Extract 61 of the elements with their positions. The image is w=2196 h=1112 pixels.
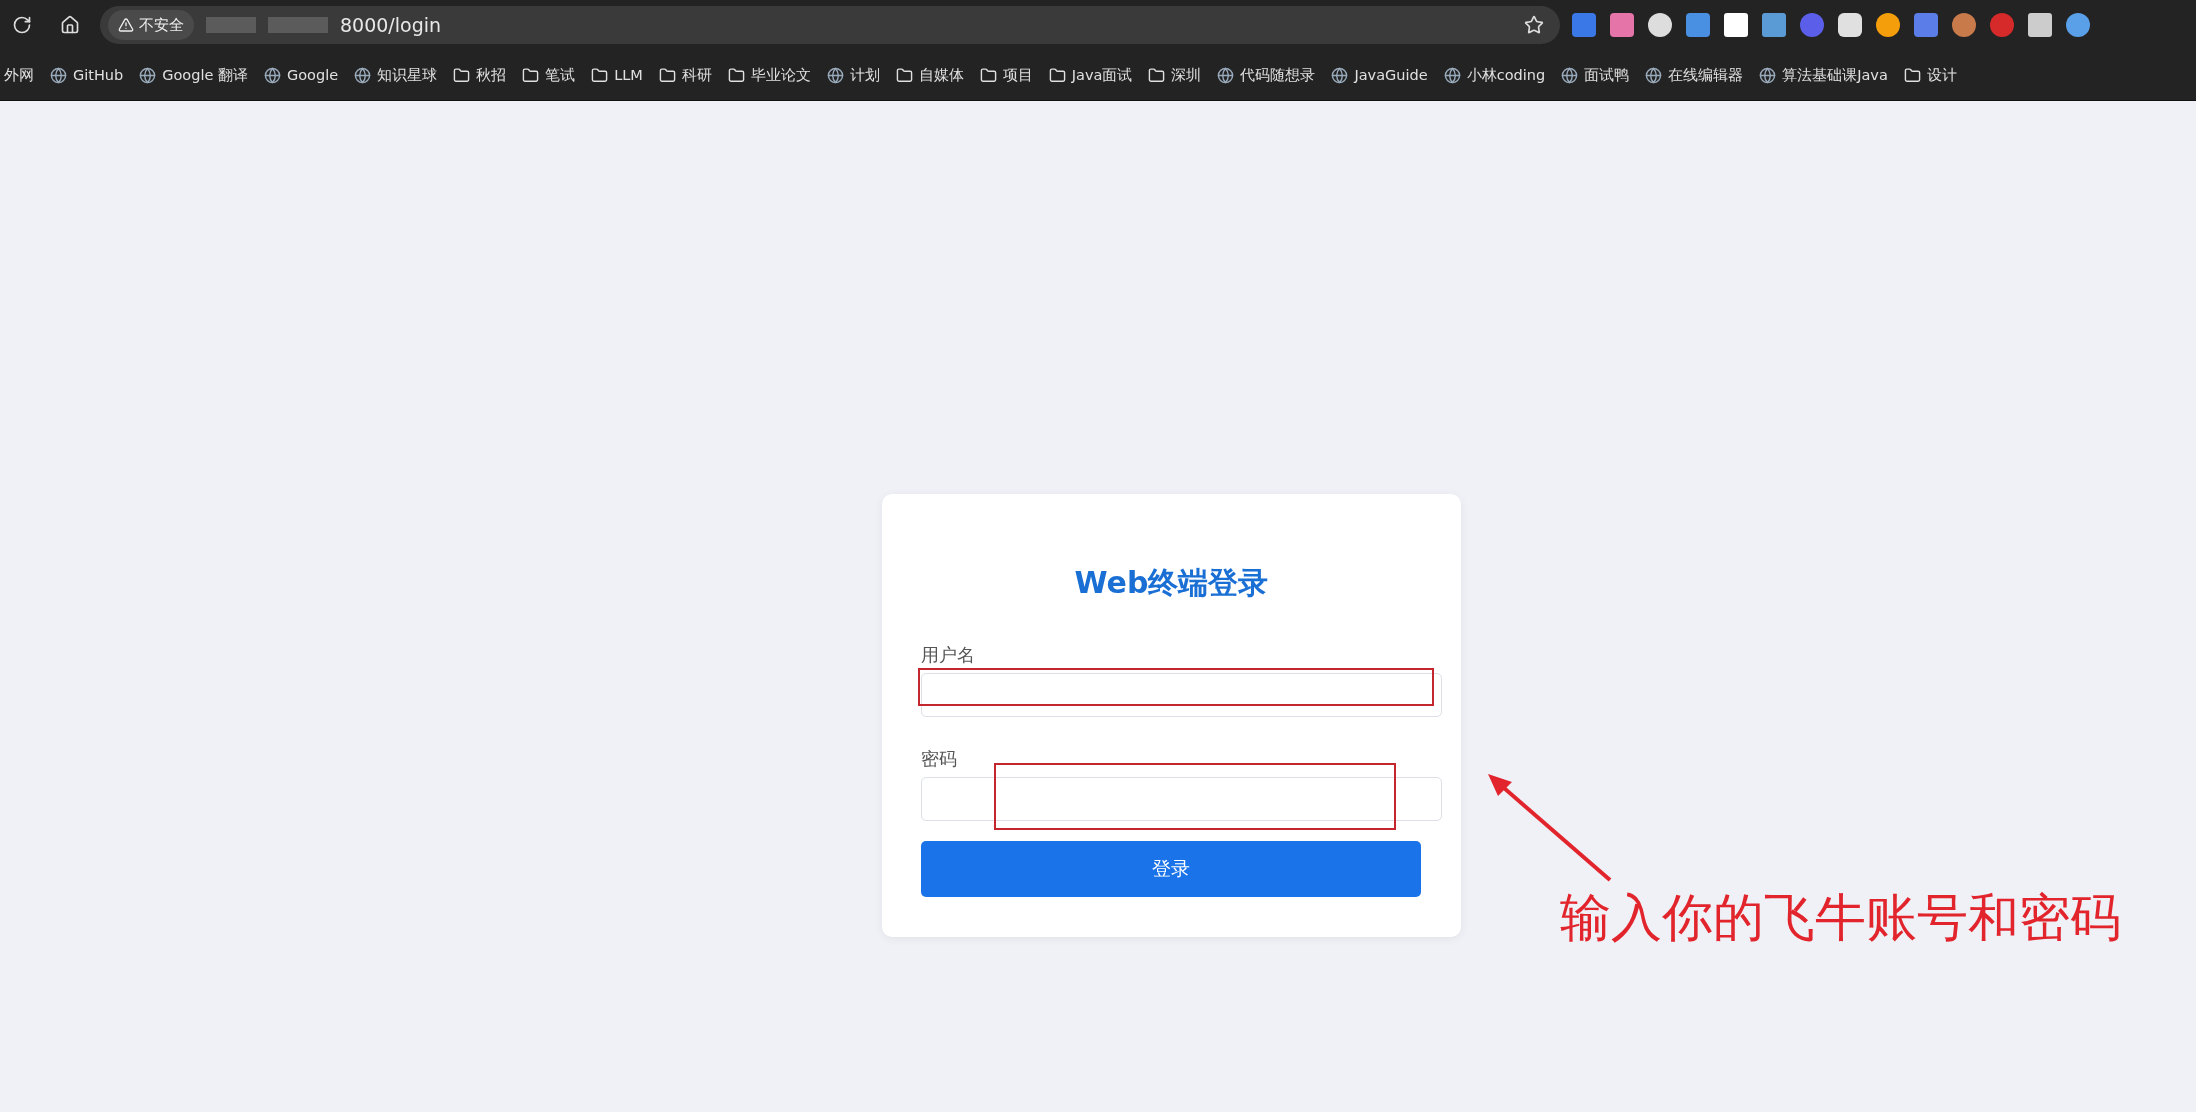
bookmark-item[interactable]: Google 翻译	[139, 65, 248, 85]
bookmark-item[interactable]: Google	[264, 66, 339, 84]
password-field[interactable]	[921, 777, 1442, 821]
bookmark-item[interactable]: 秋招	[453, 65, 507, 85]
bookmark-item[interactable]: 在线编辑器	[1645, 65, 1744, 85]
globe-icon	[354, 66, 372, 84]
folder-icon	[1903, 66, 1921, 84]
field-label: 密码	[921, 747, 958, 771]
folder-icon	[727, 66, 745, 84]
folder-icon	[1048, 66, 1066, 84]
bookmark-item[interactable]: GitHub	[50, 66, 124, 84]
bookmark-item[interactable]: LLM	[591, 66, 643, 84]
bookmark-item[interactable]: 小林coding	[1443, 65, 1546, 85]
redaction-block	[206, 17, 256, 33]
bookmark-item[interactable]: 毕业论文	[727, 65, 811, 85]
extension-icon[interactable]	[2066, 13, 2090, 37]
bookmark-item[interactable]: 代码随想录	[1217, 65, 1316, 85]
login-title: Web终端登录	[1073, 564, 1270, 602]
bookmark-item[interactable]: 项目	[979, 65, 1033, 85]
bookmark-item[interactable]: 设计	[1903, 65, 1957, 85]
globe-icon	[264, 66, 281, 84]
bookmark-item[interactable]: 自媒体	[895, 65, 964, 85]
url-text: 8000/login	[340, 14, 442, 36]
redaction-block	[268, 17, 328, 33]
folder-icon	[591, 66, 609, 84]
bookmark-item[interactable]: 科研	[658, 65, 712, 85]
bookmark-item[interactable]: Java面试	[1048, 65, 1133, 85]
folder-icon	[522, 66, 540, 84]
bookmark-item[interactable]: 外网	[4, 65, 34, 85]
folder-icon	[979, 66, 997, 84]
bookmark-item[interactable]: 知识星球	[354, 65, 438, 85]
globe-icon	[1759, 66, 1777, 84]
address-bar[interactable]: 不安全 8000/login	[100, 6, 1560, 44]
globe-icon	[50, 66, 67, 84]
security-chip[interactable]: 不安全	[108, 10, 194, 40]
bookmark-item[interactable]: 笔试	[522, 65, 576, 85]
bookmark-item[interactable]: JavaGuide	[1331, 66, 1428, 84]
globe-icon	[139, 66, 157, 84]
globe-icon	[826, 66, 844, 84]
warning-icon	[118, 17, 134, 33]
folder-icon	[658, 66, 676, 84]
bookmark-item[interactable]: 深圳	[1148, 65, 1202, 85]
bookmark-item[interactable]: 计划	[826, 65, 880, 85]
extension-icon[interactable]	[1952, 13, 1976, 37]
globe-icon	[1331, 66, 1349, 84]
extension-icon[interactable]	[1838, 13, 1862, 37]
extension-icon[interactable]	[1648, 13, 1672, 37]
globe-icon	[1561, 66, 1579, 84]
folder-icon	[1148, 66, 1166, 84]
annotation-text: 输入你的飞牛账号和密码	[1560, 887, 2121, 949]
bookmark-item[interactable]: 算法基础课Java	[1759, 65, 1888, 85]
username-field[interactable]	[921, 673, 1442, 717]
globe-icon	[1443, 66, 1461, 84]
field-label: 用户名	[921, 643, 976, 667]
extension-icon[interactable]	[1876, 13, 1900, 37]
globe-icon	[1645, 66, 1663, 84]
login-button[interactable]: 登录	[921, 841, 1421, 897]
globe-icon	[1217, 66, 1235, 84]
folder-icon	[453, 66, 471, 84]
bookmark-item[interactable]: 面试鸭	[1561, 65, 1630, 85]
folder-icon	[895, 66, 913, 84]
